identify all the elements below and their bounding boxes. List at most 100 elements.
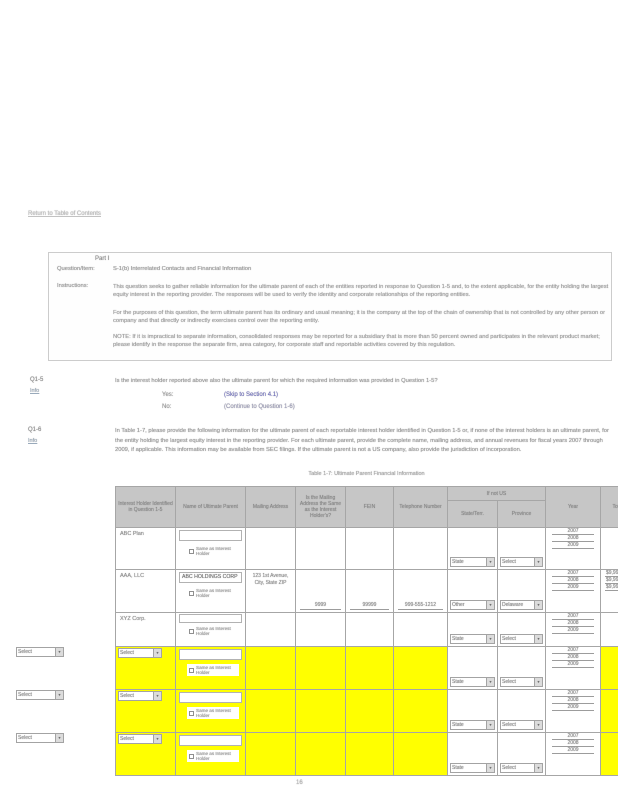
q15-text: Is the interest holder reported above al… [115,377,615,387]
header-state-terr: State/Terr. [448,501,498,528]
table-row: ABC Plan Same as Interest Holder State ▾ [116,528,618,570]
country-dropdown-value: Select [501,721,534,729]
instructions-paragraph-note: NOTE: If it is impractical to separate i… [113,333,609,349]
q15-info-link[interactable]: Info [30,388,39,394]
year-label: 2009 [552,627,594,634]
chevron-down-icon[interactable]: ▾ [486,635,494,643]
year-label: 2008 [552,535,594,542]
state-dropdown[interactable]: State ▾ [450,720,495,730]
chevron-down-icon[interactable]: ▾ [534,635,542,643]
checkbox-icon[interactable] [189,629,194,634]
checkbox-icon[interactable] [189,754,194,759]
same-address-value: 9999 [300,602,341,610]
chevron-down-icon[interactable]: ▾ [486,601,494,609]
country-dropdown[interactable]: Select ▾ [500,634,543,644]
header-telephone: Telephone Number [394,487,448,528]
q15-no-label: No: [162,404,171,410]
q16-info-link[interactable]: Info [28,438,37,444]
row-action-select[interactable]: Select ▾ [16,647,64,657]
telephone-value: 999-555-1212 [398,602,443,610]
ultimate-parent-table: Interest Holder Identified in Question 1… [115,486,618,776]
row-action-select-value: Select [17,691,55,699]
same-as-holder-checkbox[interactable]: Same as Interest Holder [187,587,239,599]
row-action-select[interactable]: Select ▾ [16,690,64,700]
state-dropdown-value: State [451,635,486,643]
chevron-down-icon[interactable]: ▾ [153,735,161,743]
holder-select-dropdown[interactable]: Select ▾ [118,691,162,701]
instructions-paragraph-2: For the purposes of this question, the t… [113,309,609,325]
state-dropdown[interactable]: State ▾ [450,763,495,773]
checkbox-icon[interactable] [189,549,194,554]
mailing-address-value: 123 1st Avenue, City, State ZIP [246,570,295,587]
q15-yes-skip-link[interactable]: (Skip to Section 4.1) [224,392,278,398]
holder-select-value: Select [119,649,153,657]
part-label: Part I [95,256,109,262]
year-label: 2007 [552,613,594,620]
chevron-down-icon[interactable]: ▾ [55,691,63,699]
same-as-holder-checkbox[interactable]: Same as Interest Holder [187,750,239,762]
same-as-holder-checkbox[interactable]: Same as Interest Holder [187,625,239,637]
holder-select-dropdown[interactable]: Select ▾ [118,734,162,744]
state-dropdown-value: State [451,721,486,729]
interest-holder-name: ABC Plan [116,528,175,537]
checkbox-label: Same as Interest Holder [196,751,237,761]
ultimate-parent-name-input[interactable]: ABC HOLDINGS CORP [179,572,242,583]
chevron-down-icon[interactable]: ▾ [153,692,161,700]
same-as-holder-checkbox[interactable]: Same as Interest Holder [187,664,239,676]
chevron-down-icon[interactable]: ▾ [534,721,542,729]
return-link[interactable]: Return to Table of Contents [28,211,101,217]
ultimate-parent-name-input[interactable] [179,692,242,703]
chevron-down-icon[interactable]: ▾ [55,734,63,742]
row-action-select-value: Select [17,648,55,656]
table-row: XYZ Corp. Same as Interest Holder State … [116,613,618,647]
table-row: AAA, LLC ABC HOLDINGS CORP Same as Inter… [116,570,618,613]
country-dropdown[interactable]: Select ▾ [500,677,543,687]
country-dropdown[interactable]: Delaware ▾ [500,600,543,610]
ultimate-parent-name-input[interactable] [179,614,242,623]
chevron-down-icon[interactable]: ▾ [486,678,494,686]
table-row-blank: Select ▾ Same as Interest Holder State ▾ [116,690,618,733]
chevron-down-icon[interactable]: ▾ [486,558,494,566]
checkbox-icon[interactable] [189,591,194,596]
chevron-down-icon[interactable]: ▾ [486,721,494,729]
ultimate-parent-name-input[interactable] [179,735,242,746]
country-dropdown[interactable]: Select ▾ [500,763,543,773]
checkbox-icon[interactable] [189,711,194,716]
state-dropdown[interactable]: Other ▾ [450,600,495,610]
chevron-down-icon[interactable]: ▾ [534,764,542,772]
same-as-holder-checkbox[interactable]: Same as Interest Holder [187,707,239,719]
state-dropdown[interactable]: State ▾ [450,634,495,644]
header-fein: FEIN [346,487,394,528]
holder-select-dropdown[interactable]: Select ▾ [118,648,162,658]
revenue-value: $9,999 [605,577,618,584]
page-number: 16 [296,780,303,786]
header-group-if-not-us: If not US [448,487,546,501]
chevron-down-icon[interactable]: ▾ [55,648,63,656]
country-dropdown[interactable]: Select ▾ [500,557,543,567]
question-item-label: Question/Item: [57,266,113,274]
q15-no-continue-link[interactable]: (Continue to Question 1-6) [224,404,295,410]
year-label: 2007 [552,570,594,577]
ultimate-parent-name-input[interactable] [179,530,242,541]
country-dropdown[interactable]: Select ▾ [500,720,543,730]
holder-select-value: Select [119,735,153,743]
ultimate-parent-name-input[interactable] [179,649,242,660]
header-name-ultimate-parent: Name of Ultimate Parent [176,487,246,528]
chevron-down-icon[interactable]: ▾ [486,764,494,772]
chevron-down-icon[interactable]: ▾ [153,649,161,657]
interest-holder-name: AAA, LLC [116,570,175,579]
year-label: 2008 [552,740,594,747]
chevron-down-icon[interactable]: ▾ [534,601,542,609]
same-as-holder-checkbox[interactable]: Same as Interest Holder [187,545,239,557]
question-item-text: S-1(b) Interrelated Contacts and Financi… [113,266,609,274]
q16-text: In Table 1-7, please provide the followi… [115,427,618,456]
row-action-select[interactable]: Select ▾ [16,733,64,743]
state-dropdown[interactable]: State ▾ [450,677,495,687]
checkbox-icon[interactable] [189,668,194,673]
chevron-down-icon[interactable]: ▾ [534,678,542,686]
table-title: Table 1-7: Ultimate Parent Financial Inf… [115,471,618,477]
year-label: 2009 [552,584,594,591]
year-label: 2009 [552,747,594,754]
state-dropdown[interactable]: State ▾ [450,557,495,567]
chevron-down-icon[interactable]: ▾ [534,558,542,566]
